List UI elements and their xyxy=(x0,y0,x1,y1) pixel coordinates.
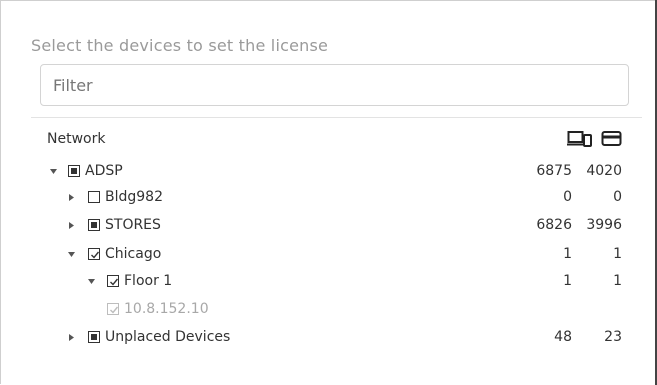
tree-item-label: STORES xyxy=(105,217,161,233)
check-icon xyxy=(110,306,119,314)
checkbox xyxy=(107,303,119,315)
tree-item-label: Chicago xyxy=(105,246,162,262)
tree-row[interactable]: 10.8.152.10 xyxy=(1,300,656,320)
device-count: 6875 xyxy=(536,163,572,179)
license-count: 0 xyxy=(613,189,622,205)
checkbox[interactable] xyxy=(88,248,100,260)
license-count: 1 xyxy=(613,273,622,289)
tree-row[interactable]: Unplaced Devices 48 23 xyxy=(1,328,656,348)
caret-right-icon[interactable] xyxy=(67,193,76,202)
device-count: 48 xyxy=(554,329,572,345)
caret-down-icon[interactable] xyxy=(67,250,76,259)
caret-down-icon[interactable] xyxy=(87,277,96,286)
caret-right-icon[interactable] xyxy=(67,333,76,342)
device-count: 0 xyxy=(563,189,572,205)
license-count: 23 xyxy=(604,329,622,345)
network-column-header: Network xyxy=(47,131,106,147)
tree-item-label: Unplaced Devices xyxy=(105,329,231,345)
checkbox[interactable] xyxy=(88,191,100,203)
checkbox[interactable] xyxy=(68,165,80,177)
license-count: 1 xyxy=(613,246,622,262)
tree-item-label: ADSP xyxy=(85,163,123,179)
device-count: 1 xyxy=(563,246,572,262)
caret-right-icon[interactable] xyxy=(67,221,76,230)
license-count: 4020 xyxy=(586,163,622,179)
license-card-icon xyxy=(601,131,622,146)
license-device-panel: Select the devices to set the license Ne… xyxy=(0,0,656,384)
checkbox[interactable] xyxy=(107,275,119,287)
tree-row[interactable]: Chicago 1 1 xyxy=(1,245,656,265)
checkbox[interactable] xyxy=(88,331,100,343)
device-count: 1 xyxy=(563,273,572,289)
tree-row[interactable]: ADSP 6875 4020 xyxy=(1,162,656,182)
device-count: 6826 xyxy=(536,217,572,233)
divider xyxy=(31,117,642,118)
tree-row[interactable]: Bldg982 0 0 xyxy=(1,188,656,208)
check-icon xyxy=(110,278,119,286)
tree-item-label: 10.8.152.10 xyxy=(124,301,209,317)
check-icon xyxy=(91,251,100,259)
checkbox[interactable] xyxy=(88,219,100,231)
license-count: 3996 xyxy=(586,217,622,233)
caret-down-icon[interactable] xyxy=(49,167,58,176)
tree-item-label: Bldg982 xyxy=(105,189,163,205)
filter-input[interactable] xyxy=(40,64,629,106)
devices-icon xyxy=(567,131,592,147)
tree-row[interactable]: Floor 1 1 1 xyxy=(1,272,656,292)
tree-row[interactable]: STORES 6826 3996 xyxy=(1,216,656,236)
panel-title: Select the devices to set the license xyxy=(31,36,329,55)
tree-item-label: Floor 1 xyxy=(124,273,173,289)
